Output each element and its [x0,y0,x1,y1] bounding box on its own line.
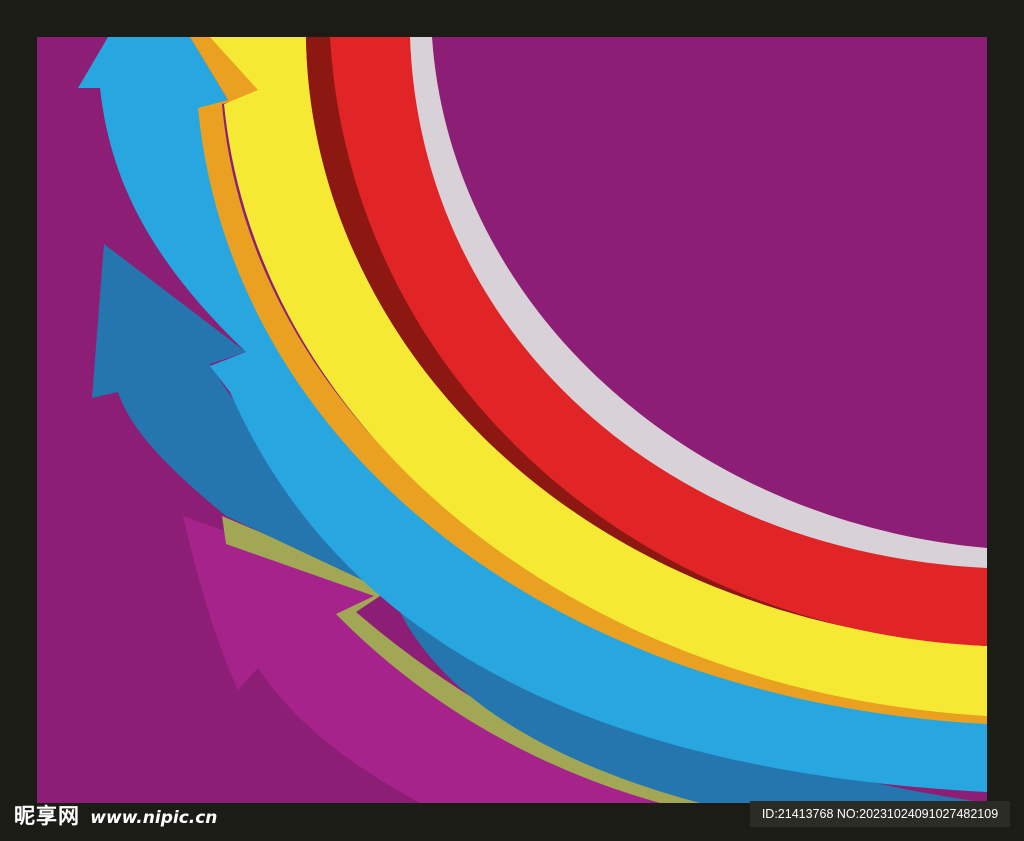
watermark-site: www.nipic.cn [90,808,218,828]
watermark-brand: 昵享网 [14,804,80,828]
watermark: 昵享网 www.nipic.cn [14,800,217,830]
rainbow-arrows-artwork [0,0,1024,841]
id-label: ID:21413768 NO:20231024091027482109 [750,801,1010,827]
